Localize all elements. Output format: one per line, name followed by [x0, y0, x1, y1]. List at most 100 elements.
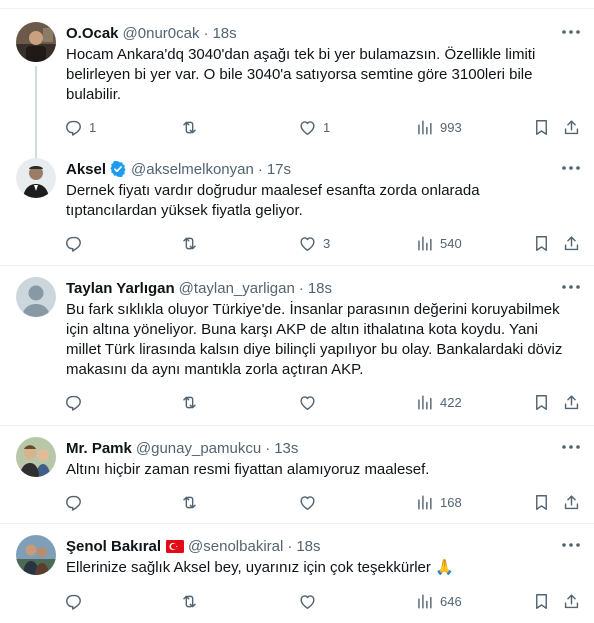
tweet-header: O.Ocak @0nur0cak · 18s — [66, 23, 237, 43]
views-button[interactable]: 540 — [415, 230, 462, 256]
like-button[interactable] — [298, 489, 323, 515]
more-icon[interactable] — [562, 24, 580, 40]
reply-icon — [66, 495, 81, 511]
tweet-3[interactable]: Taylan Yarlıgan @taylan_yarligan · 18s B… — [0, 277, 594, 425]
retweet-button[interactable] — [180, 230, 205, 256]
like-button[interactable] — [298, 588, 323, 614]
like-count: 1 — [323, 119, 331, 135]
tweet-time[interactable]: 13s — [274, 440, 298, 457]
author-handle[interactable]: @senolbakiral — [188, 538, 283, 555]
bookmark-icon — [536, 394, 547, 410]
reply-count: 1 — [89, 119, 97, 135]
views-icon — [418, 494, 432, 510]
share-button[interactable] — [562, 489, 581, 515]
bookmark-button[interactable] — [532, 114, 551, 140]
action-bar: 422 — [56, 389, 586, 415]
views-count: 422 — [440, 394, 462, 410]
views-count: 168 — [440, 494, 462, 510]
separator-dot: · — [265, 439, 271, 457]
avatar[interactable] — [16, 277, 56, 317]
share-icon — [564, 593, 579, 608]
reply-button[interactable] — [64, 230, 89, 256]
like-icon — [300, 120, 315, 135]
bookmark-button[interactable] — [532, 230, 551, 256]
tweet-1[interactable]: O.Ocak @0nur0cak · 18s Hocam Ankara'dq 3… — [0, 22, 594, 180]
like-button[interactable]: 1 — [298, 114, 330, 140]
separator-dot: · — [203, 24, 209, 42]
retweet-button[interactable] — [180, 489, 205, 515]
avatar[interactable] — [16, 22, 56, 62]
top-divider — [0, 8, 594, 9]
reply-icon — [66, 395, 81, 411]
bookmark-icon — [536, 119, 547, 135]
author-name[interactable]: O.Ocak — [66, 25, 119, 42]
bookmark-icon — [536, 235, 547, 251]
tweet-text: Bu fark sıklıkla oluyor Türkiye'de. İnsa… — [66, 301, 563, 378]
like-button[interactable] — [298, 389, 323, 415]
share-button[interactable] — [562, 114, 581, 140]
verified-badge-icon — [109, 160, 127, 178]
like-icon — [300, 395, 315, 410]
share-icon — [564, 394, 579, 409]
like-count: 3 — [323, 235, 331, 251]
reply-button[interactable]: 1 — [64, 114, 96, 140]
retweet-icon — [183, 237, 196, 249]
more-icon[interactable] — [562, 537, 580, 553]
tweet-time[interactable]: 18s — [212, 25, 236, 42]
share-icon — [564, 235, 579, 250]
tweet-5[interactable]: Şenol Bakıral @senolbakiral · 18s Elleri… — [0, 535, 594, 621]
tweet-text: Ellerinize sağlık Aksel bey, uyarınız iç… — [66, 559, 454, 576]
views-icon — [418, 119, 432, 135]
like-icon — [300, 495, 315, 510]
share-button[interactable] — [562, 588, 581, 614]
author-handle[interactable]: @akselmelkonyan — [131, 161, 254, 178]
tweet-divider — [0, 523, 594, 524]
more-icon[interactable] — [562, 439, 580, 455]
bookmark-button[interactable] — [532, 588, 551, 614]
avatar[interactable] — [16, 437, 56, 477]
tweet-text: Hocam Ankara'dq 3040'dan aşağı tek bi ye… — [66, 46, 536, 103]
retweet-button[interactable] — [180, 114, 205, 140]
more-icon[interactable] — [562, 160, 580, 176]
views-button[interactable]: 646 — [415, 588, 462, 614]
more-icon[interactable] — [562, 279, 580, 295]
tweet-2[interactable]: Aksel @akselmelkonyan · 17s Dernek fiyat… — [0, 158, 594, 266]
views-button[interactable]: 993 — [415, 114, 462, 140]
author-handle[interactable]: @gunay_pamukcu — [136, 440, 261, 457]
author-name[interactable]: Taylan Yarlıgan — [66, 280, 175, 297]
author-handle[interactable]: @taylan_yarligan — [179, 280, 295, 297]
retweet-button[interactable] — [180, 389, 205, 415]
views-icon — [418, 394, 432, 410]
separator-dot: · — [257, 160, 263, 178]
views-count: 540 — [440, 235, 462, 251]
author-handle[interactable]: @0nur0cak — [123, 25, 200, 42]
avatar[interactable] — [16, 158, 56, 198]
tweet-4[interactable]: Mr. Pamk @gunay_pamukcu · 13s Altını hiç… — [0, 437, 594, 523]
tweet-time[interactable]: 18s — [296, 538, 320, 555]
reply-button[interactable] — [64, 588, 89, 614]
like-icon — [300, 236, 315, 251]
action-bar: 1 1 993 — [56, 114, 586, 140]
author-name[interactable]: Aksel — [66, 161, 106, 178]
tweet-header: Taylan Yarlıgan @taylan_yarligan · 18s — [66, 278, 332, 298]
tweet-time[interactable]: 18s — [308, 280, 332, 297]
author-name[interactable]: Mr. Pamk — [66, 440, 132, 457]
like-button[interactable]: 3 — [298, 230, 330, 256]
bookmark-icon — [536, 494, 547, 510]
separator-dot: · — [287, 537, 293, 555]
share-button[interactable] — [562, 230, 581, 256]
author-name[interactable]: Şenol Bakıral — [66, 538, 161, 555]
avatar[interactable] — [16, 535, 56, 575]
reply-button[interactable] — [64, 489, 89, 515]
reply-button[interactable] — [64, 389, 89, 415]
views-button[interactable]: 168 — [415, 489, 462, 515]
retweet-icon — [183, 396, 196, 408]
share-button[interactable] — [562, 389, 581, 415]
retweet-button[interactable] — [180, 588, 205, 614]
bookmark-button[interactable] — [532, 489, 551, 515]
views-count: 646 — [440, 593, 462, 609]
views-button[interactable]: 422 — [415, 389, 462, 415]
tweet-time[interactable]: 17s — [267, 161, 291, 178]
like-icon — [300, 594, 315, 609]
bookmark-button[interactable] — [532, 389, 551, 415]
